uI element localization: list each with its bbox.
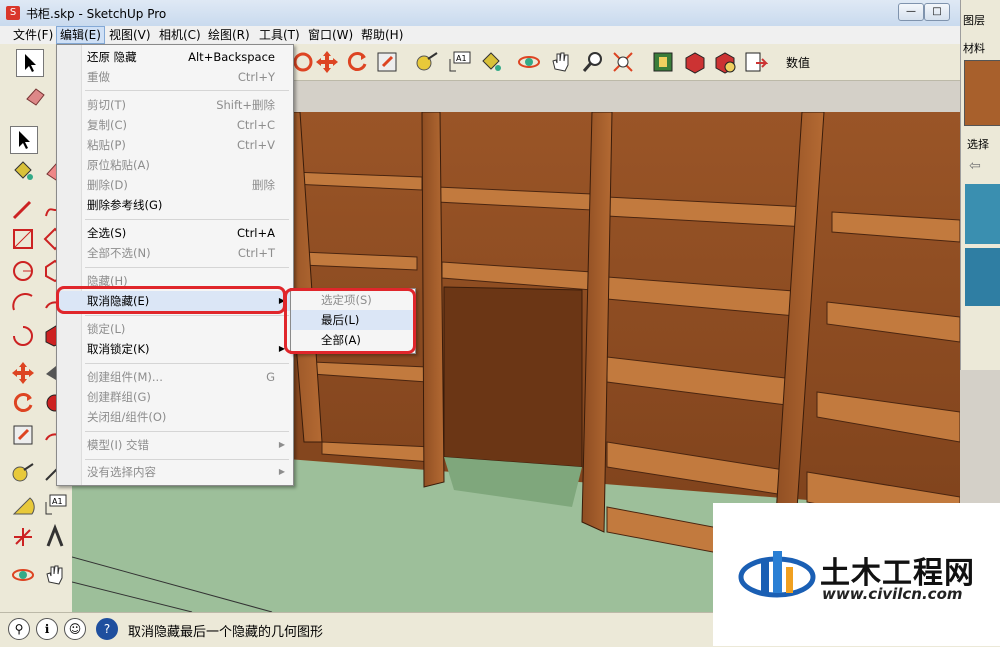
tray-panel: 图层 材料 选择 ⇦ xyxy=(960,0,1000,370)
pie-icon[interactable] xyxy=(10,322,36,348)
protractor-icon[interactable] xyxy=(10,492,36,518)
3dtext-icon[interactable] xyxy=(42,523,68,550)
menu-help[interactable]: 帮助(H) xyxy=(358,27,406,43)
menu-window[interactable]: 窗口(W) xyxy=(305,27,356,43)
menu-copy[interactable]: 复制(C) Ctrl+C xyxy=(57,115,293,135)
menu-bar: 文件(F) 编辑(E) 视图(V) 相机(C) 绘图(R) 工具(T) 窗口(W… xyxy=(0,26,960,45)
menu-tools[interactable]: 工具(T) xyxy=(256,27,303,43)
submenu-arrow-icon: ▶ xyxy=(278,467,285,476)
select-tab[interactable]: 选择 xyxy=(967,136,989,152)
menu-view[interactable]: 视图(V) xyxy=(106,27,154,43)
menu-separator xyxy=(85,90,289,91)
zoom-icon[interactable] xyxy=(580,49,606,75)
rectangle-icon[interactable] xyxy=(10,226,36,252)
menu-separator xyxy=(85,431,289,432)
select-tool-icon[interactable] xyxy=(16,49,44,77)
help-icon[interactable]: ? xyxy=(96,618,118,640)
layers-tab[interactable]: 图层 xyxy=(963,12,985,28)
tape-icon[interactable] xyxy=(10,460,36,486)
paint-icon[interactable] xyxy=(10,158,36,184)
menu-file[interactable]: 文件(F) xyxy=(10,27,56,43)
text-icon[interactable]: A1 xyxy=(42,492,68,518)
menu-delete[interactable]: 删除(D) 删除 xyxy=(57,175,293,195)
svg-text:A1: A1 xyxy=(52,497,63,506)
share-model-icon[interactable] xyxy=(742,49,769,75)
status-text: 取消隐藏最后一个隐藏的几何图形 xyxy=(128,625,324,640)
geo-location-icon[interactable]: ⚲ xyxy=(8,618,30,640)
water-swatch-2[interactable] xyxy=(965,248,1000,306)
pencil-icon[interactable] xyxy=(10,196,36,222)
zoom-extents-icon[interactable] xyxy=(610,49,636,75)
menu-redo[interactable]: 重做 Ctrl+Y xyxy=(57,67,293,87)
paint-bucket-icon[interactable] xyxy=(478,49,504,75)
tape-measure-icon[interactable] xyxy=(414,49,440,75)
menu-no-selection[interactable]: 没有选择内容 ▶ xyxy=(57,462,293,482)
warehouse-icon[interactable] xyxy=(650,49,676,75)
menu-separator xyxy=(85,363,289,364)
menu-intersect[interactable]: 模型(I) 交错 ▶ xyxy=(57,435,293,455)
axes-icon[interactable] xyxy=(10,524,36,550)
menu-paste-in-place[interactable]: 原位粘贴(A) xyxy=(57,155,293,175)
water-swatch[interactable] xyxy=(965,184,1000,244)
menu-separator xyxy=(85,315,289,316)
submenu-arrow-icon: ▶ xyxy=(278,440,285,449)
value-label: 数值 xyxy=(786,56,811,70)
maximize-button[interactable]: □ xyxy=(924,3,950,21)
circle-icon[interactable] xyxy=(10,258,36,284)
title-bar: S 书柜.skp - SketchUp Pro — □ xyxy=(0,0,1000,27)
menu-delete-guides[interactable]: 删除参考线(G) xyxy=(57,195,293,215)
pan-hand-icon[interactable] xyxy=(548,49,574,75)
scale-tool-icon[interactable] xyxy=(374,49,400,75)
orbit-icon[interactable] xyxy=(516,49,542,75)
move-icon[interactable] xyxy=(10,360,36,386)
user-icon[interactable]: ☺ xyxy=(64,618,86,640)
menu-select-none[interactable]: 全部不选(N) Ctrl+T xyxy=(57,243,293,263)
menu-separator xyxy=(85,459,289,460)
get-models-icon[interactable] xyxy=(682,49,708,75)
window-title: 书柜.skp - SketchUp Pro xyxy=(26,7,167,21)
extension-icon[interactable] xyxy=(712,49,738,75)
sketchup-app-icon: S xyxy=(6,6,20,20)
arc-icon[interactable] xyxy=(10,290,36,316)
menu-separator xyxy=(85,219,289,220)
highlight-unhide xyxy=(56,286,286,314)
minimize-button[interactable]: — xyxy=(898,3,924,21)
menu-make-component[interactable]: 创建组件(M)... G xyxy=(57,367,293,387)
menu-undo-hide[interactable]: 还原 隐藏 Alt+Backspace xyxy=(57,47,293,67)
watermark-url: www.civilcn.com xyxy=(822,585,963,603)
menu-draw[interactable]: 绘图(R) xyxy=(205,27,253,43)
menu-separator xyxy=(85,267,289,268)
hand-tool-icon[interactable] xyxy=(42,562,68,588)
credits-icon[interactable]: ℹ xyxy=(36,618,58,640)
menu-camera[interactable]: 相机(C) xyxy=(156,27,204,43)
menu-make-group[interactable]: 创建群组(G) xyxy=(57,387,293,407)
menu-unlock[interactable]: 取消锁定(K) ▶ xyxy=(57,339,293,359)
highlight-submenu xyxy=(284,288,416,354)
menu-select-all[interactable]: 全选(S) Ctrl+A xyxy=(57,223,293,243)
rotate-icon[interactable] xyxy=(10,390,36,416)
scale-icon[interactable] xyxy=(10,422,36,448)
materials-tab[interactable]: 材料 xyxy=(963,40,985,56)
select-arrow-icon[interactable] xyxy=(10,126,38,154)
orbit-tool-icon[interactable] xyxy=(10,562,36,588)
dimension-text-icon[interactable]: A1 xyxy=(446,49,472,75)
refresh-tool-icon[interactable] xyxy=(344,49,370,75)
menu-lock[interactable]: 锁定(L) xyxy=(57,319,293,339)
civilcn-logo-icon xyxy=(738,551,816,598)
back-arrow-icon[interactable]: ⇦ xyxy=(969,158,981,174)
svg-text:A1: A1 xyxy=(456,54,467,63)
edit-menu-dropdown: 还原 隐藏 Alt+Backspace 重做 Ctrl+Y 剪切(T) Shift+删… xyxy=(56,44,294,486)
menu-cut[interactable]: 剪切(T) Shift+删除 xyxy=(57,95,293,115)
material-preview xyxy=(964,60,1000,126)
eraser-small-icon[interactable] xyxy=(22,83,48,109)
menu-edit[interactable]: 编辑(E) xyxy=(56,26,105,44)
move-tool-icon[interactable] xyxy=(314,49,340,75)
menu-paste[interactable]: 粘贴(P) Ctrl+V xyxy=(57,135,293,155)
menu-close-group[interactable]: 关闭组/组件(O) xyxy=(57,407,293,427)
